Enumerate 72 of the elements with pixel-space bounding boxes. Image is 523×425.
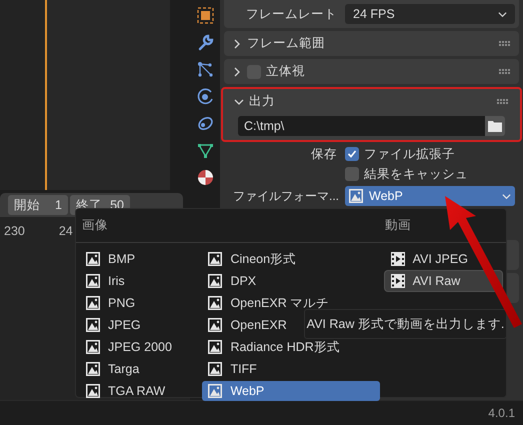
- menu-item[interactable]: Targa: [80, 359, 198, 379]
- frame-number: 230: [4, 223, 25, 240]
- image-icon: [208, 274, 222, 288]
- image-icon: [86, 274, 100, 288]
- panel-header[interactable]: フレーム範囲: [224, 31, 519, 56]
- triangle-mesh-icon[interactable]: [196, 142, 214, 159]
- field-label: 保存: [311, 146, 337, 163]
- image-icon: [86, 340, 100, 354]
- checkbox[interactable]: [345, 167, 359, 181]
- menu-heading: 画像: [82, 218, 108, 232]
- image-icon: [208, 296, 222, 310]
- field-label: ファイルフォーマ...: [232, 188, 340, 205]
- image-icon: [86, 252, 100, 266]
- chevron-down-icon: [498, 10, 507, 18]
- checkbox-label: ファイル拡張子: [364, 146, 455, 163]
- frame-rate-dropdown[interactable]: 24 FPS: [345, 4, 515, 24]
- panel-title: 出力: [249, 93, 275, 110]
- film-icon: [390, 274, 405, 288]
- menu-item[interactable]: WebP: [202, 381, 380, 401]
- menu-item[interactable]: BMP: [80, 249, 198, 269]
- drag-handle-icon[interactable]: [499, 68, 511, 74]
- menu-item[interactable]: JPEG 2000: [80, 337, 198, 357]
- image-icon: [86, 296, 100, 310]
- image-icon: [208, 340, 222, 354]
- menu-item[interactable]: TIFF: [202, 359, 380, 379]
- image-icon: [86, 362, 100, 376]
- file-format-dropdown[interactable]: WebP: [345, 186, 515, 206]
- menu-item[interactable]: JPEG: [80, 315, 198, 335]
- tooltip: AVI Raw 形式で動画を出力します.: [304, 309, 507, 339]
- physics-icon[interactable]: [196, 88, 214, 105]
- printer-square-icon[interactable]: [196, 7, 214, 24]
- checkmark-icon: [347, 149, 357, 159]
- image-icon: [86, 318, 100, 332]
- panel-title: フレーム範囲: [247, 35, 325, 52]
- menu-item[interactable]: AVI Raw: [384, 271, 502, 291]
- image-icon: [208, 384, 222, 398]
- menu-item[interactable]: Radiance HDR形式: [202, 337, 380, 357]
- image-icon: [208, 362, 222, 376]
- field-label: フレームレート: [245, 6, 338, 23]
- image-icon: [208, 318, 222, 332]
- folder-icon: [488, 120, 502, 132]
- menu-item[interactable]: Iris: [80, 271, 198, 291]
- menu-item[interactable]: TGA RAW: [80, 381, 198, 401]
- folder-button[interactable]: [485, 116, 505, 136]
- menu-item[interactable]: DPX: [202, 271, 380, 291]
- version-text: 4.0.1: [488, 405, 515, 422]
- menu-item[interactable]: PNG: [80, 293, 198, 313]
- checkbox[interactable]: [345, 147, 359, 161]
- frame-field[interactable]: 開始 1: [8, 195, 68, 215]
- image-icon: [349, 189, 363, 203]
- drag-handle-icon[interactable]: [497, 98, 509, 104]
- chevron-right-icon: [232, 38, 242, 48]
- constraint-icon[interactable]: [196, 115, 214, 132]
- film-icon: [390, 252, 405, 266]
- material-sphere-icon[interactable]: [196, 169, 214, 186]
- image-icon: [208, 252, 222, 266]
- frame-number: 24: [58, 223, 73, 240]
- menu-heading: 動画: [384, 218, 411, 232]
- wrench-icon[interactable]: [196, 34, 214, 51]
- image-icon: [86, 384, 100, 398]
- panel-header[interactable]: 立体視: [224, 59, 519, 84]
- chevron-down-icon: [502, 192, 511, 200]
- particles-icon[interactable]: [196, 61, 214, 78]
- menu-item[interactable]: AVI JPEG: [384, 249, 502, 269]
- panel-title: 立体視: [266, 63, 305, 80]
- path-field[interactable]: C:\tmp\: [238, 116, 485, 136]
- menu-item[interactable]: Cineon形式: [202, 249, 380, 269]
- chevron-right-icon: [232, 66, 242, 76]
- chevron-down-icon: [234, 96, 244, 106]
- panel-header[interactable]: 出力 C:\tmp\: [221, 87, 522, 142]
- checkbox-label: 結果をキャッシュ: [364, 166, 468, 183]
- drag-handle-icon[interactable]: [499, 40, 511, 46]
